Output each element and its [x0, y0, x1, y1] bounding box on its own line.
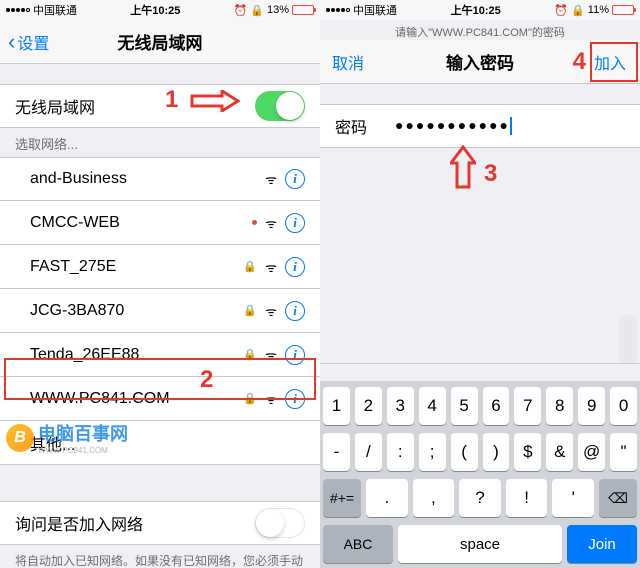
keyboard: 1 2 3 4 5 6 7 8 9 0 - / : ; ( ) $ & @ [320, 381, 640, 568]
key-symbols[interactable]: #+= [323, 479, 361, 517]
wifi-settings-screen: 中国联通 上午10:25 ⏰ 🔒 13% ‹ 设置 无线局域网 无线局域网 选取 [0, 0, 320, 568]
info-icon[interactable]: i [285, 213, 305, 233]
key-backspace[interactable]: ⌫ [599, 479, 637, 517]
password-input[interactable]: ●●●●●●●●●●● [395, 117, 625, 135]
network-row[interactable]: Tenda_26EE88 🔒ᯤi [0, 333, 320, 377]
cancel-button[interactable]: 取消 [320, 50, 376, 74]
key-dash[interactable]: - [323, 433, 350, 471]
network-row-selected[interactable]: WWW.PC841.COM 🔒ᯤi [0, 377, 320, 421]
info-icon[interactable]: i [285, 257, 305, 277]
key-9[interactable]: 9 [578, 387, 605, 425]
key-at[interactable]: @ [578, 433, 605, 471]
key-8[interactable]: 8 [546, 387, 573, 425]
wifi-icon: ᯤ [265, 390, 277, 408]
key-abc[interactable]: ABC [323, 525, 393, 563]
carrier-label: 中国联通 [353, 2, 397, 18]
key-2[interactable]: 2 [355, 387, 382, 425]
backspace-icon: ⌫ [608, 490, 628, 507]
battery-icon [612, 5, 634, 15]
annotation-arrow-up-icon [450, 145, 476, 189]
key-comma[interactable]: , [413, 479, 455, 517]
key-join[interactable]: Join [567, 525, 637, 563]
wifi-icon: ᯤ [265, 302, 277, 320]
notice-dot-icon [252, 220, 257, 225]
lock-icon: 🔒 [243, 304, 257, 317]
wifi-icon: ᯤ [265, 258, 277, 276]
chevron-left-icon: ‹ [8, 29, 15, 55]
key-apos[interactable]: ' [552, 479, 594, 517]
key-amp[interactable]: & [546, 433, 573, 471]
wifi-icon: ᯤ [265, 346, 277, 364]
network-row[interactable]: JCG-3BA870 🔒ᯤi [0, 289, 320, 333]
rotation-lock-icon: 🔒 [571, 4, 585, 17]
ask-join-footer: 将自动加入已知网络。如果没有已知网络，您必须手动选择。 [0, 545, 320, 568]
wifi-icon: ᯤ [265, 214, 277, 232]
key-semicolon[interactable]: ; [419, 433, 446, 471]
wifi-toggle-label: 无线局域网 [15, 94, 255, 118]
carrier-label: 中国联通 [33, 2, 77, 18]
key-rparen[interactable]: ) [483, 433, 510, 471]
info-icon[interactable]: i [285, 389, 305, 409]
ask-join-switch[interactable] [255, 508, 305, 538]
rotation-lock-icon: 🔒 [250, 4, 264, 17]
key-1[interactable]: 1 [323, 387, 350, 425]
lock-icon: 🔒 [243, 348, 257, 361]
network-row[interactable]: CMCC-WEB ᯤi [0, 201, 320, 245]
status-bar: 中国联通 上午10:25 ⏰ 🔒 11% [320, 0, 640, 20]
key-question[interactable]: ? [459, 479, 501, 517]
wifi-toggle-switch[interactable] [255, 91, 305, 121]
key-0[interactable]: 0 [610, 387, 637, 425]
lock-icon: 🔒 [243, 392, 257, 405]
key-slash[interactable]: / [355, 433, 382, 471]
key-exclaim[interactable]: ! [506, 479, 548, 517]
ask-join-row: 询问是否加入网络 [0, 501, 320, 545]
key-6[interactable]: 6 [483, 387, 510, 425]
network-row[interactable]: and-Business ᯤi [0, 157, 320, 201]
choose-network-header: 选取网络... [0, 128, 320, 157]
network-row[interactable]: FAST_275E 🔒ᯤi [0, 245, 320, 289]
info-icon[interactable]: i [285, 301, 305, 321]
status-bar: 中国联通 上午10:25 ⏰ 🔒 13% [0, 0, 320, 20]
wifi-icon: ᯤ [265, 170, 277, 188]
key-4[interactable]: 4 [419, 387, 446, 425]
key-5[interactable]: 5 [451, 387, 478, 425]
nav-bar: ‹ 设置 无线局域网 [0, 20, 320, 64]
wifi-toggle-row: 无线局域网 [0, 84, 320, 128]
battery-pct: 11% [588, 4, 609, 16]
info-icon[interactable]: i [285, 169, 305, 189]
watermark: B 电脑百事网 WWW.PC841.COM [6, 420, 128, 455]
key-lparen[interactable]: ( [451, 433, 478, 471]
alarm-icon: ⏰ [554, 4, 568, 17]
nav-bar: 取消 输入密码 加入 [320, 40, 640, 84]
key-quote[interactable]: " [610, 433, 637, 471]
network-list: and-Business ᯤi CMCC-WEB ᯤi FAST_275E 🔒ᯤ… [0, 157, 320, 465]
key-3[interactable]: 3 [387, 387, 414, 425]
clock-label: 上午10:25 [77, 2, 234, 18]
signal-dots-icon [6, 8, 30, 12]
key-dollar[interactable]: $ [514, 433, 541, 471]
key-period[interactable]: . [366, 479, 408, 517]
password-label: 密码 [335, 114, 395, 138]
password-prompt-subtitle: 请输入"WWW.PC841.COM"的密码 [320, 20, 640, 40]
battery-pct: 13% [267, 4, 289, 16]
info-icon[interactable]: i [285, 345, 305, 365]
password-entry-screen: 中国联通 上午10:25 ⏰ 🔒 11% 请输入"WWW.PC841.COM"的… [320, 0, 640, 568]
key-space[interactable]: space [398, 525, 562, 563]
join-button[interactable]: 加入 [582, 50, 638, 74]
keyboard-handle-icon[interactable] [619, 315, 637, 369]
annotation-number-3: 3 [484, 160, 497, 188]
lock-icon: 🔒 [243, 260, 257, 273]
password-row: 密码 ●●●●●●●●●●● [320, 104, 640, 148]
watermark-logo-icon: B [6, 424, 34, 452]
clock-label: 上午10:25 [397, 2, 554, 18]
text-cursor-icon [510, 117, 512, 135]
alarm-icon: ⏰ [234, 4, 248, 17]
battery-icon [292, 5, 314, 15]
ask-join-label: 询问是否加入网络 [15, 511, 255, 535]
back-button[interactable]: ‹ 设置 [0, 29, 57, 55]
key-colon[interactable]: : [387, 433, 414, 471]
key-7[interactable]: 7 [514, 387, 541, 425]
signal-dots-icon [326, 8, 350, 12]
